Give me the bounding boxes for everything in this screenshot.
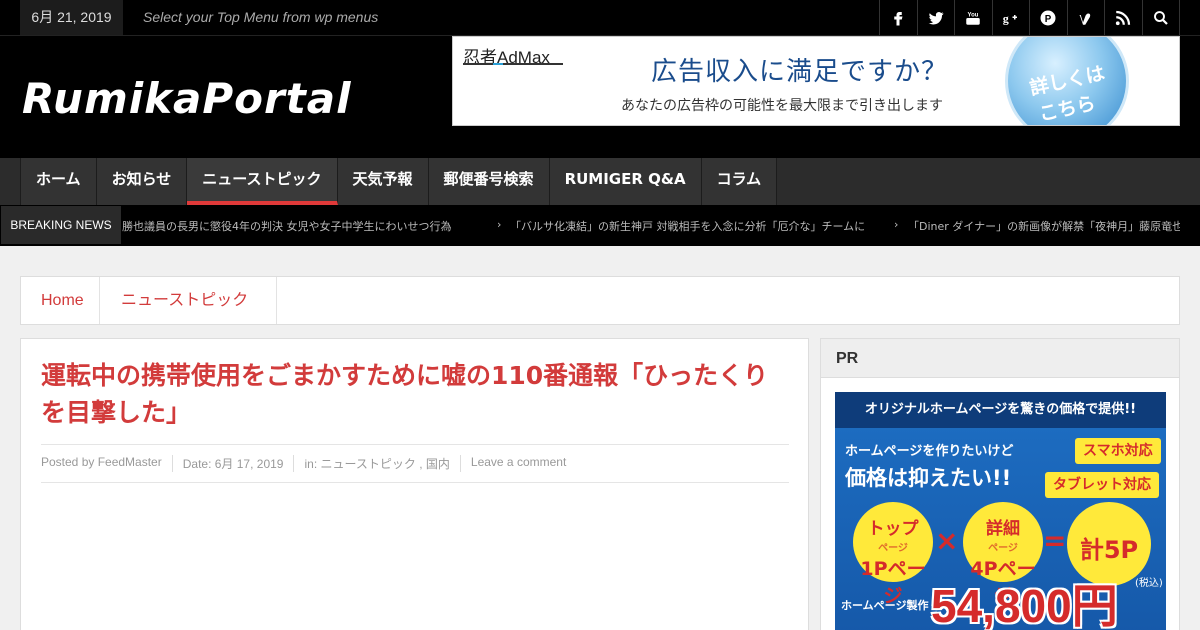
search-icon[interactable] (1143, 0, 1180, 35)
meta-categories[interactable]: in: ニューストピック , 国内 (293, 455, 459, 472)
pr-equals-sign: = (1043, 524, 1067, 557)
nav-item-home[interactable]: ホーム (21, 158, 97, 205)
breadcrumb-divider (276, 277, 277, 324)
current-date: 6月 21, 2019 (20, 0, 123, 35)
breadcrumb-current[interactable]: ニューストピック (121, 277, 248, 324)
meta-comment-link[interactable]: Leave a comment (459, 455, 576, 472)
pr-ad-banner[interactable]: オリジナルホームページを驚きの価格で提供!! ホームページを作りたいけど 価格は… (835, 392, 1166, 630)
nav-item-weather[interactable]: 天気予報 (337, 158, 429, 205)
widget-title: PR (821, 339, 1179, 378)
pr-line1: ホームページを作りたいけど (845, 444, 1014, 459)
site-logo[interactable]: RumikaPortal (22, 74, 352, 123)
breadcrumb-divider (99, 277, 100, 324)
article-title[interactable]: 運転中の携帯使用をごまかすために嘘の110番通報「ひったくりを目撃した」 (41, 357, 781, 431)
meta-date: Date: 6月 17, 2019 (171, 455, 294, 472)
pinterest-icon[interactable]: P (1030, 0, 1068, 35)
breaking-news-ticker: 勝也議員の長男に懲役4年の判決 女児や女子中学生にわいせつ行為 › 「バルサ化凍… (122, 218, 1180, 233)
meta-author[interactable]: Posted by FeedMaster (41, 455, 172, 472)
nav-item-qa[interactable]: RUMIGER Q&A (549, 158, 702, 205)
rss-icon[interactable] (1105, 0, 1143, 35)
pr-price: 54,800円 (931, 580, 1118, 630)
vimeo-icon[interactable] (1068, 0, 1105, 35)
divider (41, 482, 789, 483)
ad-subline: あなたの広告枠の可能性を最大限まで引き出します (621, 98, 943, 114)
ad-cta-button[interactable]: 詳しくは こちら (1005, 37, 1129, 125)
breaking-news-label: BREAKING NEWS (1, 206, 121, 244)
ad-headline: 広告収入に満足ですか？ (651, 57, 949, 87)
pr-bubble-top: トップ ページ 1Pページ (853, 502, 933, 607)
divider (41, 444, 789, 445)
pr-tag-tablet: タブレット対応 (1045, 472, 1159, 498)
header-ad-banner[interactable]: 忍者AdMax 広告収入に満足ですか？ あなたの広告枠の可能性を最大限まで引き出… (452, 36, 1180, 126)
top-menu-placeholder: Select your Top Menu from wp menus (143, 9, 379, 25)
breadcrumb-home[interactable]: Home (41, 277, 84, 324)
breadcrumb: Home ニューストピック (20, 276, 1180, 325)
svg-text:P: P (1045, 13, 1052, 24)
top-bar: 6月 21, 2019 Select your Top Menu from wp… (0, 0, 1200, 36)
social-links: You g P (879, 0, 1180, 35)
nav-item-postal-search[interactable]: 郵便番号検索 (428, 158, 550, 205)
nav-item-column[interactable]: コラム (701, 158, 778, 205)
pr-tax-note: (税込) (1135, 578, 1163, 589)
article-meta: Posted by FeedMaster Date: 6月 17, 2019 i… (41, 455, 576, 472)
chevron-right-icon: › (894, 218, 899, 231)
svg-text:g: g (1003, 11, 1009, 25)
pr-line2: 価格は抑えたい!! (845, 466, 1012, 490)
nav-item-news-topics[interactable]: ニューストピック (187, 158, 338, 205)
svg-text:You: You (968, 12, 979, 18)
breaking-news-bar: BREAKING NEWS 勝也議員の長男に懲役4年の判決 女児や女子中学生にわ… (0, 205, 1200, 246)
article-card: 運転中の携帯使用をごまかすために嘘の110番通報「ひったくりを目撃した」 Pos… (20, 338, 809, 630)
pr-footer: ホームページ製作 (841, 599, 929, 612)
pr-banner-heading: オリジナルホームページを驚きの価格で提供!! (835, 392, 1166, 428)
chevron-right-icon: › (497, 218, 502, 231)
google-plus-icon[interactable]: g (993, 0, 1030, 35)
nav-item-news[interactable]: お知らせ (96, 158, 188, 205)
site-header: RumikaPortal 忍者AdMax 広告収入に満足ですか？ あなたの広告枠… (0, 36, 1200, 158)
youtube-icon[interactable]: You (955, 0, 993, 35)
pr-times-sign: × (935, 524, 959, 557)
twitter-icon[interactable] (918, 0, 955, 35)
facebook-icon[interactable] (880, 0, 918, 35)
ad-brand-underline (463, 63, 563, 65)
main-nav: ホーム お知らせ ニューストピック 天気予報 郵便番号検索 RUMIGER Q&… (0, 158, 1200, 205)
sidebar-widget: PR オリジナルホームページを驚きの価格で提供!! ホームページを作りたいけど … (820, 338, 1180, 630)
pr-tag-smartphone: スマホ対応 (1075, 438, 1161, 464)
